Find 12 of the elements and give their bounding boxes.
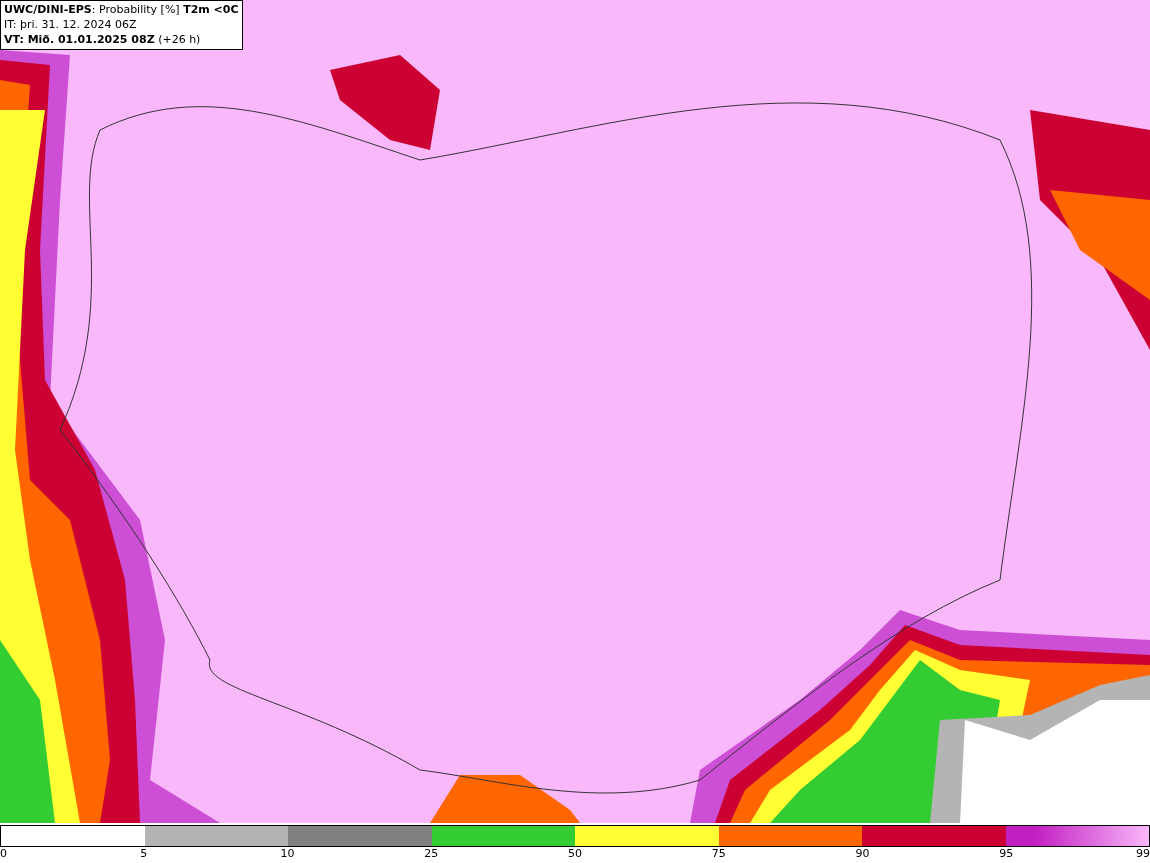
scale-label: 50 [568, 847, 582, 861]
scale-label: 99 [1136, 847, 1150, 861]
scale-label: 75 [711, 847, 726, 861]
scale-label: 90 [855, 847, 870, 861]
scale-label: 25 [424, 847, 439, 861]
scale-label: 5 [140, 847, 148, 861]
issued-time: IT: þri. 31. 12. 2024 06Z [4, 18, 138, 32]
scale-label: 0 [0, 847, 7, 861]
chart-title: UWC/DINI-EPS: Probability [%] T2m <0C [4, 3, 239, 17]
valid-time: VT: Mið. 01.01.2025 08Z (+26 h) [4, 33, 202, 47]
scale-label: 10 [280, 847, 295, 861]
scale-label: 95 [999, 847, 1014, 861]
